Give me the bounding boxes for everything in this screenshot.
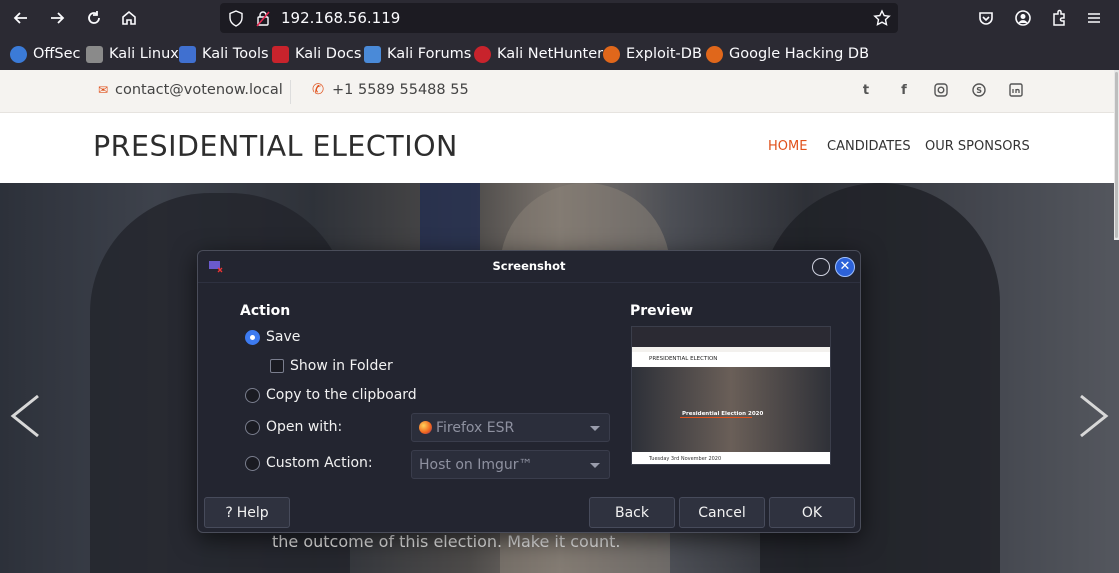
insecure-lock-icon[interactable] [256, 10, 270, 27]
bookmark-kali-tools[interactable]: Kali Tools [179, 43, 269, 65]
url-text[interactable]: 192.168.56.119 [281, 9, 400, 27]
facebook-icon[interactable]: f [896, 83, 912, 99]
bookmark-offsec[interactable]: OffSec [10, 43, 81, 65]
open-with-select[interactable]: Firefox ESR [411, 413, 610, 442]
preview-thumbnail: PRESIDENTIAL ELECTION Presidential Elect… [631, 326, 831, 465]
site-brand[interactable]: PRESIDENTIAL ELECTION [93, 130, 458, 163]
kali-forums-icon [364, 45, 381, 63]
nav-home[interactable]: HOME [768, 139, 807, 154]
open-with-option[interactable]: Open with: [245, 419, 342, 435]
minimize-button[interactable] [812, 258, 830, 276]
copy-clipboard-option[interactable]: Copy to the clipboard [245, 387, 417, 403]
offsec-icon [10, 45, 27, 63]
preview-browser-chrome [632, 327, 830, 347]
bookmark-kali-forums[interactable]: Kali Forums [364, 43, 471, 65]
reload-icon[interactable] [80, 5, 108, 31]
ok-button[interactable]: OK [769, 497, 855, 528]
dialog-title: Screenshot [492, 259, 566, 273]
firefox-icon [419, 421, 432, 434]
save-radio[interactable] [245, 329, 260, 345]
contact-email[interactable]: contact@votenow.local [115, 82, 283, 98]
page-scrollbar-thumb[interactable] [1115, 72, 1118, 238]
pocket-icon[interactable] [972, 5, 1000, 31]
preview-footer-text: Tuesday 3rd November 2020 [649, 456, 722, 462]
copy-radio[interactable] [245, 387, 260, 403]
cancel-button[interactable]: Cancel [679, 497, 765, 528]
extensions-icon[interactable] [1045, 5, 1073, 31]
ghdb-icon [706, 45, 723, 63]
bookmark-google-hacking-db[interactable]: Google Hacking DB [706, 43, 869, 65]
nethunter-icon [474, 45, 491, 63]
screen: 192.168.56.119 OffSec Kali Linux Kali To… [0, 0, 1119, 573]
bookmark-exploit-db[interactable]: Exploit-DB [603, 43, 702, 65]
url-bar[interactable]: 192.168.56.119 [220, 3, 898, 33]
save-option[interactable]: Save [245, 329, 300, 345]
home-icon[interactable] [115, 5, 143, 31]
custom-action-select[interactable]: Host on Imgur™ [411, 450, 610, 479]
twitter-icon[interactable]: t [858, 83, 874, 99]
contact-phone: +1 5589 55488 55 [332, 82, 469, 98]
chevron-down-icon [590, 426, 600, 431]
forward-arrow-icon[interactable] [43, 5, 71, 31]
linkedin-icon[interactable] [1008, 83, 1024, 99]
preview-hero-rule [680, 417, 752, 418]
help-icon: ? [225, 504, 233, 521]
preview-hero: Presidential Election 2020 [632, 367, 830, 452]
show-in-folder-option[interactable]: Show in Folder [270, 358, 393, 374]
custom-action-option[interactable]: Custom Action: [245, 455, 373, 471]
bookmark-kali-docs[interactable]: Kali Docs [272, 43, 361, 65]
shield-icon[interactable] [228, 10, 244, 27]
back-button[interactable]: Back [589, 497, 675, 528]
bookmarks-bar: OffSec Kali Linux Kali Tools Kali Docs K… [0, 37, 1119, 70]
exploit-db-icon [603, 45, 620, 63]
screenshot-dialog: Screenshot ✕ Action Preview Save Show in… [197, 250, 861, 533]
show-in-folder-checkbox[interactable] [270, 359, 284, 373]
kali-dragon-icon [86, 45, 103, 63]
kali-tools-icon [179, 45, 196, 63]
skype-icon[interactable]: S [971, 83, 987, 99]
envelope-icon: ✉ [98, 83, 109, 97]
nav-our-sponsors[interactable]: OUR SPONSORS [925, 139, 1030, 154]
bookmark-kali-nethunter[interactable]: Kali NetHunter [474, 43, 603, 65]
site-topbar: ✉ contact@votenow.local ✆ +1 5589 55488 … [0, 70, 1119, 113]
action-heading: Action [240, 303, 291, 319]
bookmark-star-icon[interactable] [873, 9, 891, 27]
instagram-icon[interactable] [933, 83, 949, 99]
open-with-radio[interactable] [245, 419, 260, 435]
preview-header: PRESIDENTIAL ELECTION [632, 352, 830, 367]
preview-brand: PRESIDENTIAL ELECTION [649, 356, 718, 362]
kali-docs-icon [272, 45, 289, 63]
preview-heading: Preview [630, 303, 694, 319]
preview-footer: Tuesday 3rd November 2020 [632, 452, 830, 464]
browser-toolbar: 192.168.56.119 [0, 0, 1119, 37]
menu-icon[interactable] [1080, 5, 1108, 31]
carousel-prev-icon[interactable] [8, 393, 44, 439]
dialog-titlebar[interactable]: Screenshot ✕ [198, 251, 860, 283]
close-icon[interactable]: ✕ [835, 257, 855, 277]
account-icon[interactable] [1009, 5, 1037, 31]
carousel-next-icon[interactable] [1075, 393, 1111, 439]
divider [290, 80, 291, 104]
bookmark-kali-linux[interactable]: Kali Linux [86, 43, 179, 65]
hero-caption: the outcome of this election. Make it co… [272, 532, 621, 551]
help-button[interactable]: ? Help [204, 497, 290, 528]
svg-text:S: S [976, 86, 982, 95]
nav-candidates[interactable]: CANDIDATES [827, 139, 911, 154]
back-arrow-icon[interactable] [7, 5, 35, 31]
site-header: PRESIDENTIAL ELECTION HOME CANDIDATES OU… [0, 113, 1119, 183]
phone-icon: ✆ [312, 82, 325, 98]
custom-action-radio[interactable] [245, 455, 260, 471]
chevron-down-icon [590, 463, 600, 468]
